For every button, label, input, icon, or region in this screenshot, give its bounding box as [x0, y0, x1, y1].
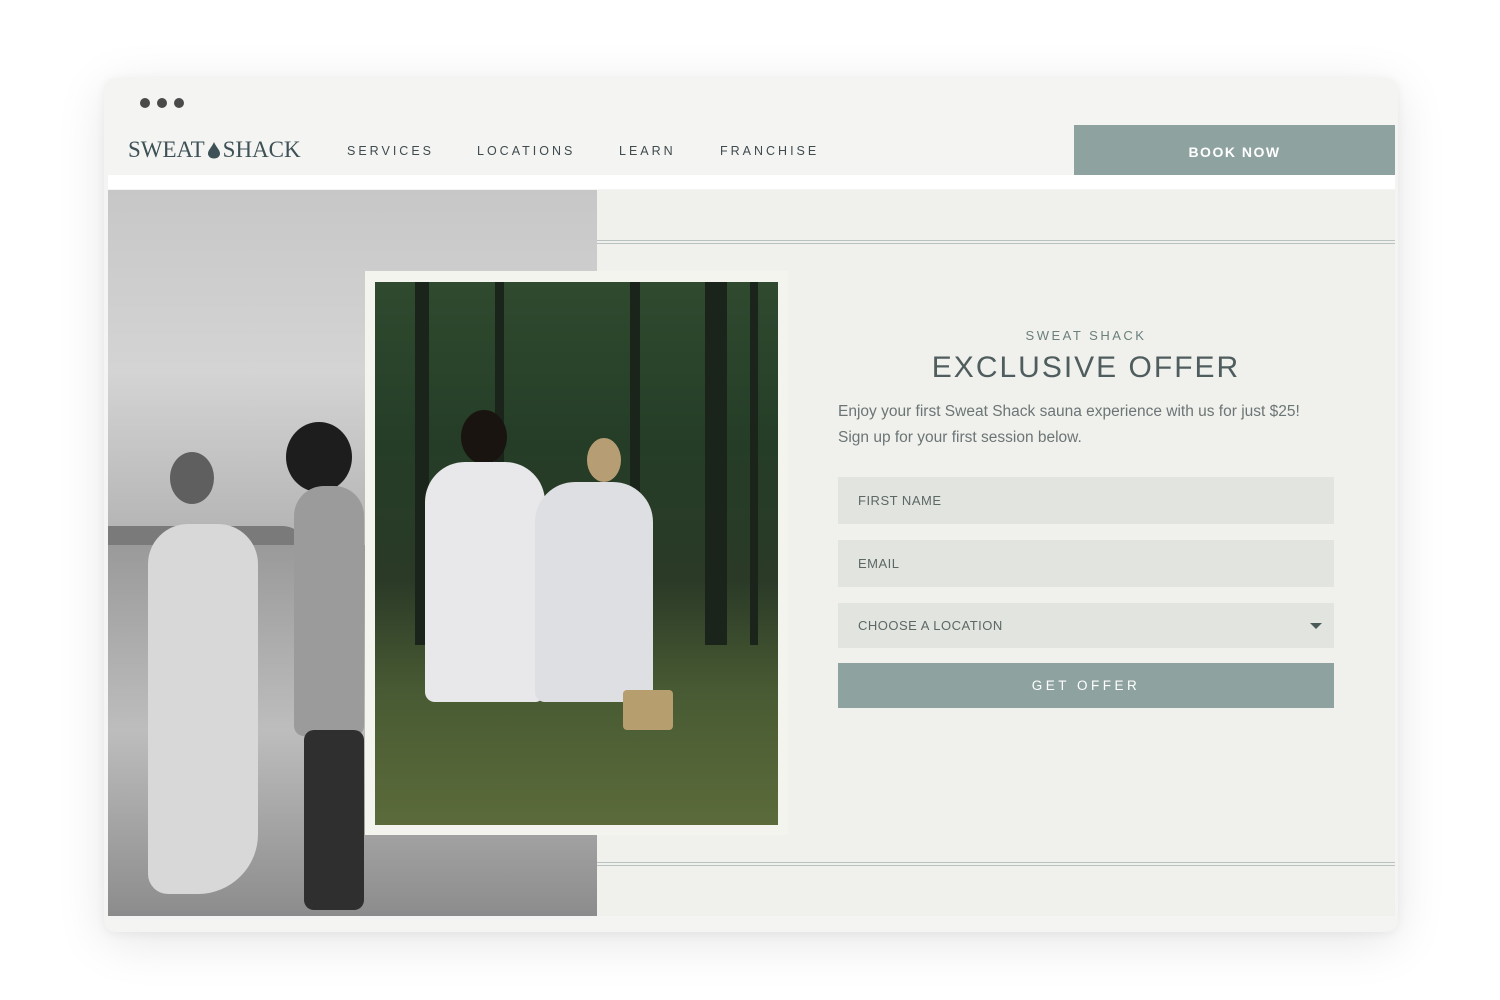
- window-dot: [157, 98, 167, 108]
- droplet-icon: [207, 142, 220, 159]
- email-input[interactable]: [838, 540, 1334, 587]
- white-robe: [535, 482, 653, 702]
- window-controls: [140, 98, 184, 108]
- logo-text-right: SHACK: [222, 137, 301, 162]
- offer-headline: EXCLUSIVE OFFER: [931, 351, 1241, 384]
- nav-link-franchise[interactable]: FRANCHISE: [720, 144, 819, 158]
- nav-link-locations[interactable]: LOCATIONS: [477, 144, 575, 158]
- figure-head: [587, 438, 621, 482]
- wooden-bucket: [623, 690, 673, 730]
- divider-bottom: [597, 862, 1395, 866]
- location-select-label: CHOOSE A LOCATION: [858, 618, 1003, 633]
- dropdown-caret-icon: [1310, 623, 1322, 629]
- figure-head: [286, 422, 352, 492]
- location-select[interactable]: CHOOSE A LOCATION: [838, 603, 1334, 648]
- offer-description: Enjoy your first Sweat Shack sauna exper…: [838, 403, 1300, 446]
- figure-jacket: [294, 486, 364, 736]
- nav-link-learn[interactable]: LEARN: [619, 144, 676, 158]
- nav-link-services[interactable]: SERVICES: [347, 144, 434, 158]
- figure-head: [170, 452, 214, 504]
- tree-trunk: [750, 282, 758, 645]
- figure-dress: [148, 524, 258, 894]
- top-nav: SWEAT SHACK SERVICES LOCATIONS LEARN FRA…: [108, 125, 1395, 189]
- window-dot: [140, 98, 150, 108]
- book-now-button[interactable]: BOOK NOW: [1074, 125, 1395, 175]
- tree-trunk: [705, 282, 727, 645]
- window-dot: [174, 98, 184, 108]
- white-robe: [425, 462, 545, 702]
- divider-top: [597, 240, 1395, 244]
- logo-text-left: SWEAT: [128, 137, 205, 162]
- get-offer-button[interactable]: GET OFFER: [838, 663, 1334, 708]
- figure-legs: [304, 730, 364, 910]
- hero-section: SWEAT SHACK EXCLUSIVE OFFER Enjoy your f…: [108, 190, 1395, 916]
- first-name-input[interactable]: [838, 477, 1334, 524]
- offer-eyebrow: SWEAT SHACK: [1025, 328, 1147, 343]
- figure-head: [461, 410, 507, 464]
- offer-form: SWEAT SHACK EXCLUSIVE OFFER Enjoy your f…: [838, 328, 1334, 708]
- browser-window: SWEAT SHACK SERVICES LOCATIONS LEARN FRA…: [104, 78, 1398, 932]
- robes-forest-image: [375, 282, 778, 825]
- brand-logo[interactable]: SWEAT SHACK: [128, 137, 301, 163]
